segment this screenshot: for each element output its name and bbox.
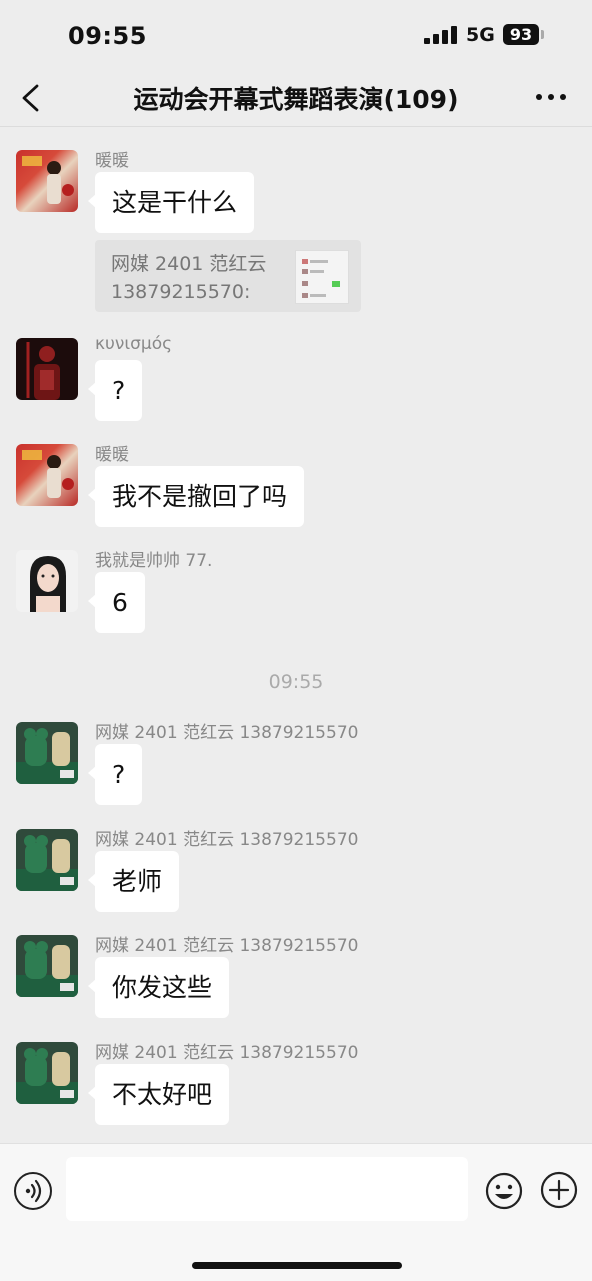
network-type: 5G [466,24,495,46]
red-photo-avatar[interactable] [16,150,78,212]
green-bear-avatar[interactable] [16,829,78,891]
message-bubble[interactable]: 我不是撤回了吗 [87,466,305,527]
message-bubble[interactable]: ? [87,360,143,421]
sender-name: 网媒 2401 范红云 13879215570 [95,830,359,850]
girl-portrait-avatar[interactable] [16,550,78,612]
quoted-text: 网媒 2401 范红云 13879215570: [111,253,267,303]
chat-title: 运动会开幕式舞蹈表演(109) [133,85,459,114]
red-photo-avatar[interactable] [16,444,78,506]
sender-name: 我就是帅帅 77. [95,551,213,571]
sender-name: κυνισμός [95,334,173,354]
input-bar [0,1143,592,1281]
status-time: 09:55 [68,22,147,50]
dark-red-figure-avatar[interactable] [16,338,78,400]
message-bubble[interactable]: 这是干什么 [87,172,255,233]
nav-bar: 运动会开幕式舞蹈表演(109) [0,72,592,127]
message-bubble[interactable]: 6 [88,572,145,633]
back-icon[interactable] [14,80,50,116]
sender-name: 网媒 2401 范红云 13879215570 [95,1043,359,1063]
message-bubble[interactable]: 不太好吧 [87,1064,230,1125]
time-divider: 09:55 [268,671,324,693]
sender-name: 网媒 2401 范红云 13879215570 [95,936,359,956]
message-input[interactable] [66,1157,468,1221]
green-bear-avatar[interactable] [16,722,78,784]
quoted-image-thumbnail[interactable] [295,250,349,304]
voice-icon[interactable] [14,1172,52,1210]
plus-icon[interactable] [540,1171,578,1209]
green-bear-avatar[interactable] [16,1042,78,1104]
more-dots-icon[interactable] [534,82,568,112]
message-bubble[interactable]: 老师 [87,851,180,912]
sender-name: 暖暖 [95,151,129,171]
home-indicator [192,1262,402,1269]
message-bubble[interactable]: 你发这些 [87,957,230,1018]
message-bubble[interactable]: ? [87,744,143,805]
quoted-message[interactable]: 网媒 2401 范红云 13879215570: [95,240,361,312]
status-bar: 09:55 5G 93 [0,0,592,72]
sender-name: 暖暖 [95,445,129,465]
signal-icon [424,26,458,44]
battery-tip [541,30,544,39]
green-bear-avatar[interactable] [16,935,78,997]
emoji-icon[interactable] [484,1171,524,1211]
sender-name: 网媒 2401 范红云 13879215570 [95,723,359,743]
battery-icon: 93 [503,24,539,45]
